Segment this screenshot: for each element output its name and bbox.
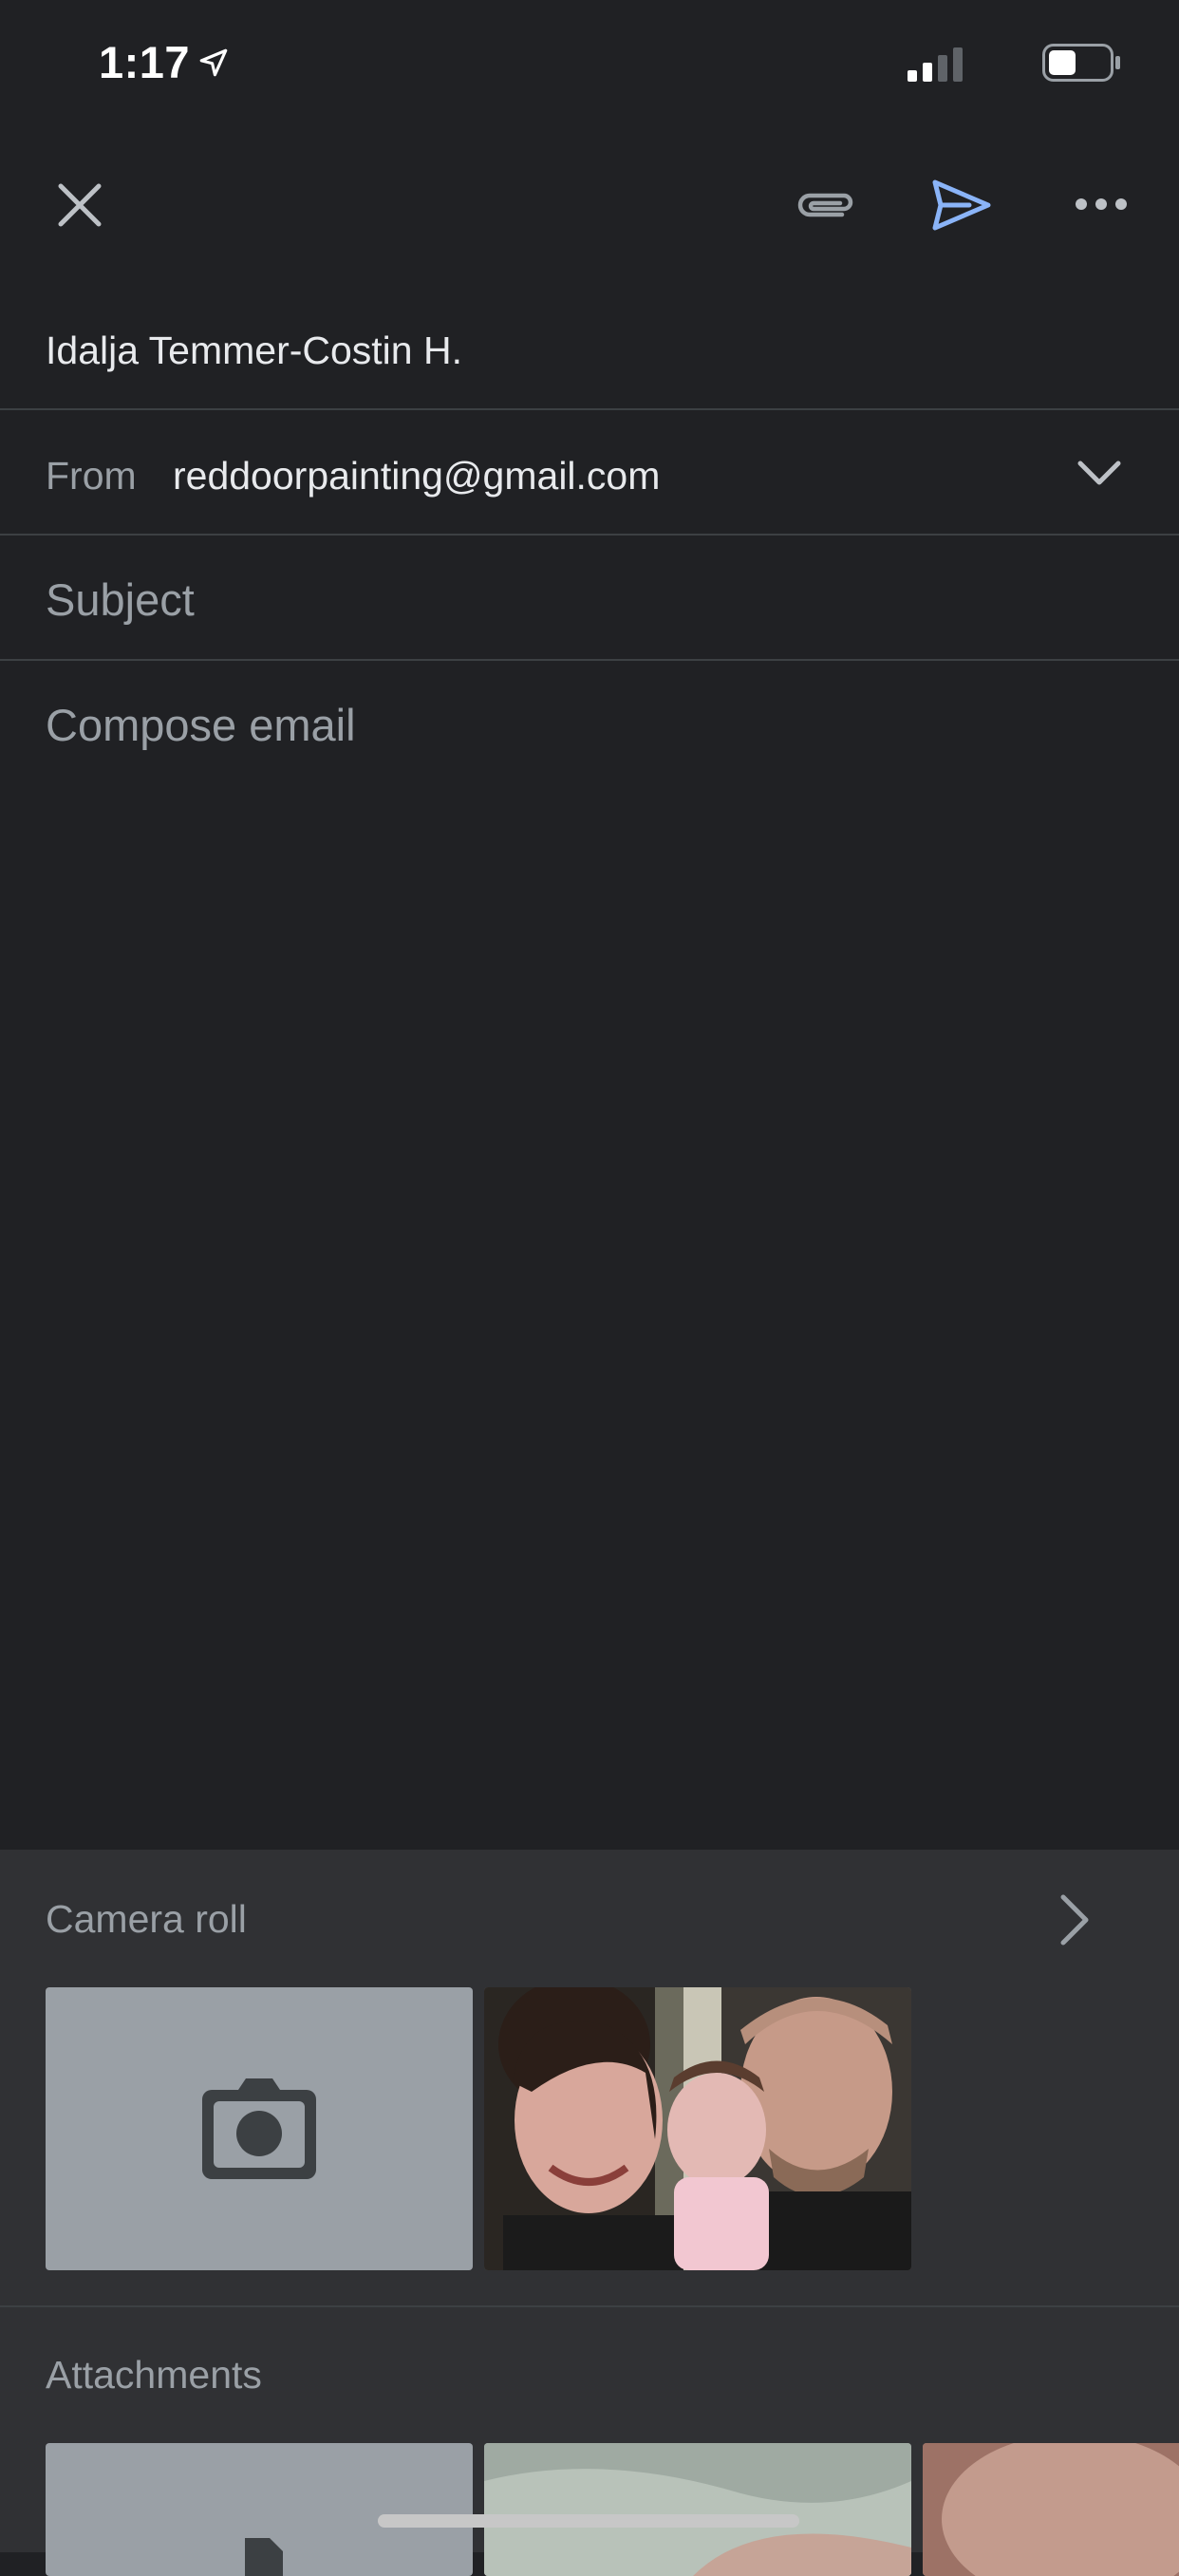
camera-tile[interactable]	[46, 1987, 473, 2270]
to-recipient[interactable]: Idalja Temmer-Costin H.	[46, 329, 462, 373]
close-icon	[58, 183, 102, 227]
attachments-label: Attachments	[46, 2353, 262, 2397]
compose-body[interactable]: Compose email	[46, 699, 356, 751]
subject-input[interactable]: Subject	[46, 573, 195, 626]
paperclip-icon	[797, 193, 853, 217]
home-indicator[interactable]	[378, 2514, 799, 2528]
camera-roll-label: Camera roll	[46, 1897, 247, 1941]
attachment-photo-image	[484, 2443, 911, 2576]
more-options-button[interactable]	[1068, 185, 1134, 223]
battery-icon	[1042, 44, 1120, 82]
status-time-text: 1:17	[99, 37, 191, 87]
attachment-tile-photo-1[interactable]	[484, 2443, 911, 2576]
attachment-tile-photo-2[interactable]	[923, 2443, 1179, 2576]
send-button[interactable]	[926, 169, 998, 241]
cellular-signal-icon	[908, 47, 963, 82]
send-icon	[932, 179, 991, 231]
more-horizontal-icon	[1076, 198, 1127, 210]
file-icon	[245, 2538, 283, 2576]
status-time: 1:17	[99, 36, 230, 88]
attachment-tile-file[interactable]	[46, 2443, 473, 2576]
close-button[interactable]	[47, 173, 112, 237]
location-arrow-icon	[199, 48, 228, 76]
camera-roll-photo[interactable]	[484, 1987, 911, 2270]
family-photo-image	[484, 1987, 911, 2270]
camera-icon	[202, 2078, 316, 2179]
from-label: From	[46, 454, 137, 498]
chevron-right-icon[interactable]	[1056, 1890, 1094, 1950]
attachment-photo-image	[923, 2443, 1179, 2576]
chevron-down-icon[interactable]	[1075, 454, 1124, 492]
attach-button[interactable]	[788, 171, 864, 239]
from-account[interactable]: reddoorpainting@gmail.com	[173, 454, 660, 498]
panel-divider	[0, 2305, 1179, 2307]
